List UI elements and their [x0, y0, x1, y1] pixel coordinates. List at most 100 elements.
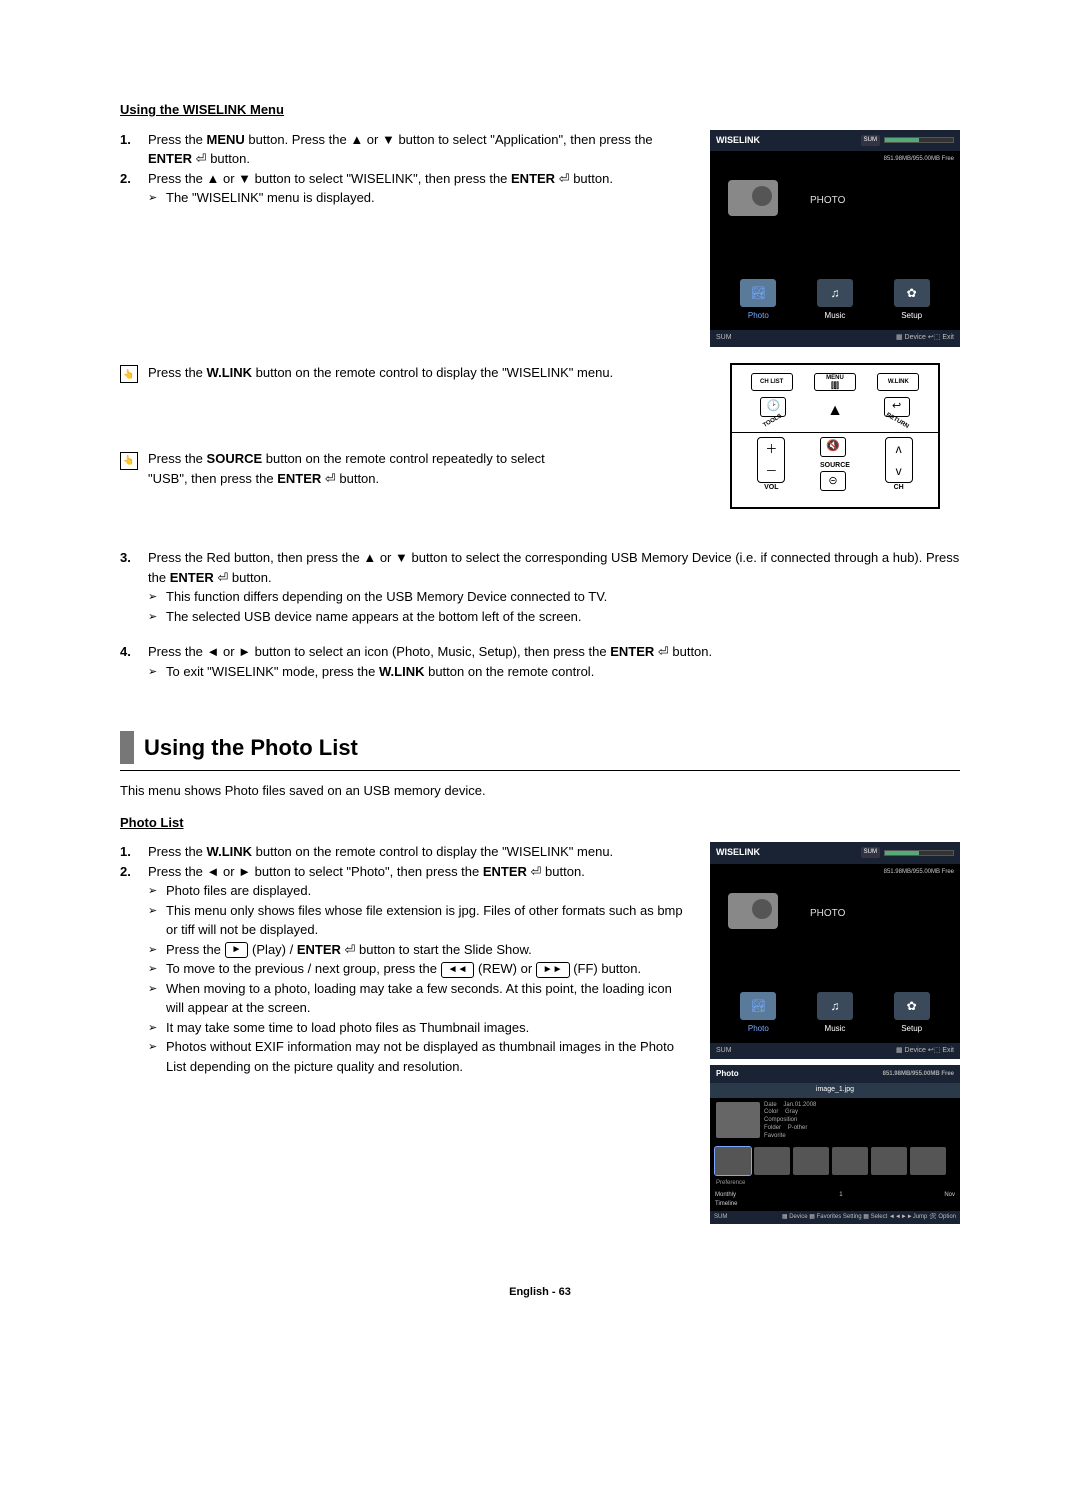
menu-button[interactable]: MENU⫿⫿⫿: [814, 373, 856, 391]
play-icon: ►: [225, 942, 249, 958]
b: ENTER: [297, 942, 341, 957]
chlist-button[interactable]: CH LIST: [751, 373, 793, 391]
hand-icon: 👆: [120, 452, 138, 470]
return-icon: ↩: [892, 398, 901, 415]
t: (Play) /: [248, 942, 296, 957]
item1-num: 1.: [120, 130, 148, 150]
item2-text: Press the ▲ or ▼ button to select "WISEL…: [148, 169, 613, 208]
s2-sub6: It may take some time to load photo file…: [166, 1018, 690, 1038]
tag-timeline: Timeline: [715, 1200, 737, 1209]
hint-icon: 👆: [120, 363, 148, 384]
b: ENTER: [170, 570, 214, 585]
enter-icon: ⏎: [321, 471, 336, 486]
item3-sub1: This function differs depending on the U…: [166, 587, 960, 607]
enter-icon: ⏎: [527, 864, 542, 879]
lbl: Photo: [728, 310, 788, 322]
item2-num: 2.: [120, 169, 148, 189]
page-footer: English - 63: [120, 1284, 960, 1301]
ws-footer-r: ▦ Device ↩⬚ Exit: [896, 333, 954, 344]
item4-text: Press the ◄ or ► button to select an ico…: [148, 642, 712, 681]
thumb-item[interactable]: [754, 1147, 790, 1175]
item1-text: Press the MENU button. Press the ▲ or ▼ …: [148, 130, 700, 169]
page-lang: English -: [509, 1286, 559, 1298]
b: ENTER: [511, 171, 555, 186]
t: Press the: [166, 942, 225, 957]
b: MENU: [207, 132, 245, 147]
wiselink-screenshot-1: WISELINK SUM 851.98MB/955.00MB Free PHOT…: [710, 130, 960, 347]
heading-photo-list: Using the Photo List: [120, 731, 960, 764]
t: Press the ◄ or ► button to select an ico…: [148, 644, 610, 659]
t: To exit "WISELINK" mode, press the: [166, 664, 379, 679]
t: (REW) or: [474, 961, 535, 976]
gear-icon: ✿: [894, 279, 930, 307]
thumb-item[interactable]: [793, 1147, 829, 1175]
item3-sub2: The selected USB device name appears at …: [166, 607, 960, 627]
ps-filename: image_1.jpg: [710, 1083, 960, 1098]
enter-icon: ⏎: [654, 644, 669, 659]
t: To move to the previous / next group, pr…: [166, 961, 441, 976]
thumb-item[interactable]: [715, 1147, 751, 1175]
ps-mem: 851.98MB/955.00MB Free: [883, 1070, 954, 1079]
k: Composition: [764, 1117, 797, 1123]
s2-sub7: Photos without EXIF information may not …: [166, 1037, 690, 1076]
remote-diagram: CH LIST MENU⫿⫿⫿ W.LINK 🕑 TOOLS ▲ ↩ RETUR…: [710, 363, 960, 510]
lbl: Photo: [728, 1023, 788, 1035]
ws-sum-chip: SUM: [861, 847, 880, 858]
v: Jan.01.2008: [783, 1102, 816, 1108]
section-using-wiselink: Using the WISELINK Menu 1. Press the MEN…: [120, 100, 960, 681]
ws-title: WISELINK: [716, 134, 760, 148]
k: Favorite: [764, 1133, 786, 1139]
photo-icon: 🏞: [740, 279, 776, 307]
vol-rocker[interactable]: ＋－: [757, 437, 785, 483]
s2-sub1: Photo files are displayed.: [166, 881, 690, 901]
b: W.LINK: [379, 664, 425, 679]
s2-sub2: This menu only shows files whose file ex…: [166, 901, 690, 940]
b: ENTER: [277, 471, 321, 486]
mute-button[interactable]: 🔇: [820, 437, 846, 457]
progress-month: Nov: [944, 1191, 955, 1209]
page-num: 63: [559, 1286, 571, 1298]
thumb-item[interactable]: [832, 1147, 868, 1175]
enter-icon: ⏎: [555, 171, 570, 186]
source-button[interactable]: ⊝: [820, 471, 846, 491]
ws-footer-r: ▦ Device ↩⬚ Exit: [896, 1046, 954, 1057]
ws-music-button[interactable]: ♫Music: [805, 992, 865, 1035]
s2-sub3: Press the ► (Play) / ENTER ⏎ button to s…: [166, 940, 690, 960]
lbl: Music: [805, 1023, 865, 1035]
ws-setup-button[interactable]: ✿Setup: [882, 992, 942, 1035]
wlink-button[interactable]: W.LINK: [877, 373, 919, 391]
ps-footer-r: ▦ Device ▦ Favorites Setting ▦ Select ◄◄…: [782, 1213, 956, 1222]
t: Press the: [148, 844, 207, 859]
b: SOURCE: [207, 451, 263, 466]
t: Press the: [148, 132, 207, 147]
rule: [120, 770, 960, 771]
ws-photo-label: PHOTO: [810, 193, 845, 208]
tag-monthly: Monthly: [715, 1191, 737, 1200]
enter-icon: ⏎: [192, 151, 207, 166]
lbl: CH: [885, 483, 913, 494]
ws-photo-button[interactable]: 🏞 Photo: [728, 279, 788, 322]
photo-icon: 🏞: [740, 992, 776, 1020]
ws-music-button[interactable]: ♫Music: [805, 279, 865, 322]
t: Press the: [148, 365, 207, 380]
lbl: W.LINK: [888, 378, 909, 386]
menu-icon: ⫿⫿⫿: [831, 382, 839, 390]
lbl: Setup: [882, 1023, 942, 1035]
hint-icon: 👆: [120, 449, 148, 470]
ws-photo-button[interactable]: 🏞 Photo: [728, 992, 788, 1035]
ch-rocker[interactable]: ʌv: [885, 437, 913, 483]
photo-thumb: [716, 1102, 760, 1138]
ws-setup-button[interactable]: ✿Setup: [882, 279, 942, 322]
lbl: CH LIST: [760, 378, 783, 386]
b: W.LINK: [207, 365, 253, 380]
ws-mem-bar: [884, 137, 954, 143]
wiselink-screenshot-2: WISELINK SUM 851.98MB/955.00MB Free PHOT…: [710, 842, 960, 1224]
item2-sub1: The "WISELINK" menu is displayed.: [166, 188, 613, 208]
section1-title: Using the WISELINK Menu: [120, 100, 960, 120]
photo-meta: Date Jan.01.2008 Color Gray Composition …: [764, 1102, 816, 1141]
thumb-item[interactable]: [871, 1147, 907, 1175]
rew-icon: ◄◄: [441, 962, 475, 978]
t: Press the ▲ or ▼ button to select "WISEL…: [148, 171, 511, 186]
thumb-item[interactable]: [910, 1147, 946, 1175]
s2-sub5: When moving to a photo, loading may take…: [166, 979, 690, 1018]
